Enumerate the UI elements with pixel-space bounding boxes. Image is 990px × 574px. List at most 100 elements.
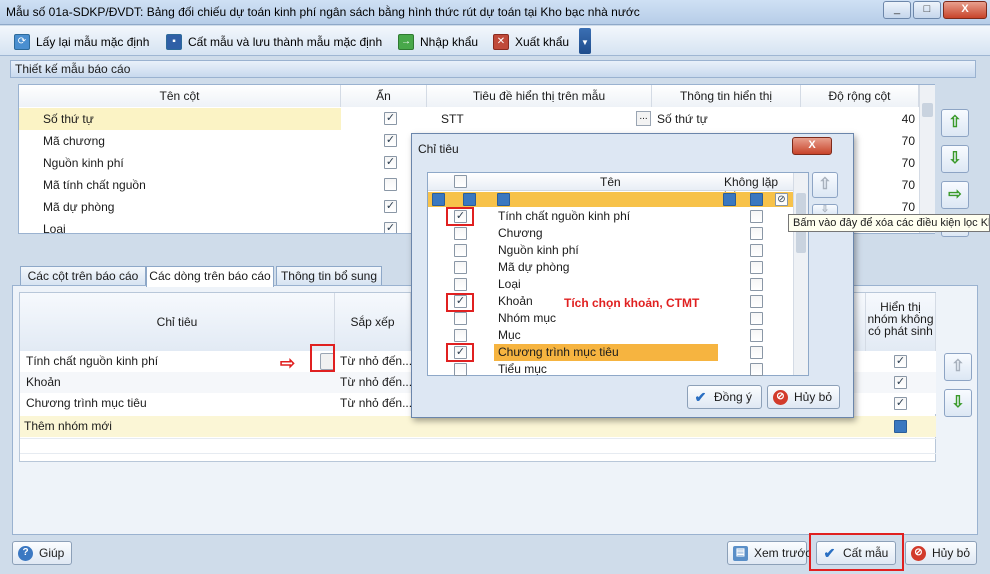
dialog-ok-button[interactable]: ✔ Đồng ý [687,385,762,409]
list-item[interactable]: Loại [428,276,793,293]
list-item[interactable]: Chương [428,225,793,242]
norepeat-checkbox[interactable] [750,227,763,240]
filter-icon[interactable] [750,193,763,206]
help-button[interactable]: ? Giúp [12,541,72,565]
ellipsis-button[interactable]: ... [636,111,651,126]
row-sort[interactable]: Từ nhỏ đến... [340,393,412,414]
item-checkbox[interactable] [454,329,467,342]
item-checkbox[interactable] [454,227,467,240]
item-checkbox[interactable] [454,244,467,257]
filter-icon[interactable] [497,193,510,206]
item-checkbox[interactable] [454,363,467,376]
dialog-cancel-button[interactable]: ⊘ Hủy bỏ [767,385,840,409]
move-right-button[interactable]: ⇨ [941,181,969,209]
table-row[interactable]: Số thứ tự ✓ STT ... Số thứ tự 40 [19,108,919,130]
list-item[interactable]: Nguồn kinh phí [428,242,793,259]
norepeat-checkbox[interactable] [750,312,763,325]
filter-icon[interactable] [723,193,736,206]
select-all-checkbox[interactable] [454,175,467,188]
help-label: Giúp [39,546,65,560]
cancel-button[interactable]: ⊘ Hủy bỏ [905,541,977,565]
dialog-close-button[interactable]: X [792,137,832,155]
arrow-down-icon: ⇩ [951,394,965,411]
upper-scrollbar[interactable] [919,85,935,233]
dialog-cancel-label: Hủy bỏ [794,390,833,404]
show-group-checkbox[interactable]: ✓ [894,397,907,410]
filter-icon[interactable] [432,193,445,206]
show-group-checkbox[interactable]: ✓ [894,355,907,368]
hidden-checkbox[interactable]: ✓ [384,156,397,169]
move-down-button[interactable]: ⇩ [941,145,969,173]
filter-row[interactable]: ⊘ [428,192,793,207]
export-icon: ✕ [493,34,509,50]
item-checkbox[interactable] [454,261,467,274]
list-item[interactable]: ✓ Chương trình mục tiêu [428,344,793,361]
clear-filter-icon[interactable]: ⊘ [775,193,788,206]
arrow-down-icon: ⇩ [948,150,962,167]
norepeat-checkbox[interactable] [750,210,763,223]
design-group-header: Thiết kế mẫu báo cáo [10,60,976,78]
col-header-info: Thông tin hiển thị [652,85,801,107]
list-item[interactable]: Tiểu mục [428,361,793,376]
reload-default-button[interactable]: ⟳ Lấy lại mẫu mặc định [14,32,149,52]
lower-move-up-button[interactable]: ⇧ [944,353,972,381]
import-button[interactable]: → Nhập khẩu [398,32,478,52]
hidden-checkbox[interactable] [384,178,397,191]
import-icon: → [398,34,414,50]
row-sort[interactable]: Từ nhỏ đến... [340,351,412,372]
norepeat-checkbox[interactable] [750,346,763,359]
dialog-title: Chỉ tiêu [418,142,459,156]
col-header-show-group: Hiển thị nhóm không có phát sinh [866,293,936,351]
minimize-button[interactable]: _ [883,1,911,19]
maximize-button[interactable]: □ [913,1,941,19]
hidden-checkbox[interactable]: ✓ [384,112,397,125]
hidden-checkbox[interactable]: ✓ [384,222,397,233]
norepeat-checkbox[interactable] [750,295,763,308]
preview-button[interactable]: ▤ Xem trước [727,541,811,565]
row-sort[interactable]: Từ nhỏ đến... [340,372,412,393]
row-width: 40 [901,112,915,126]
norepeat-checkbox[interactable] [750,244,763,257]
item-checkbox[interactable] [454,278,467,291]
filter-icon[interactable] [463,193,476,206]
show-group-checkbox[interactable]: ✓ [894,376,907,389]
row-name: Nguồn kinh phí [43,156,124,170]
item-label: Tiểu mục [498,362,547,376]
dialog-up-button[interactable]: ⇧ [812,172,838,198]
norepeat-checkbox[interactable] [750,329,763,342]
row-name: Số thứ tự [19,108,341,130]
norepeat-checkbox[interactable] [750,278,763,291]
save-default-button[interactable]: ▪ Cất mẫu và lưu thành mẫu mặc định [166,32,382,52]
move-up-button[interactable]: ⇧ [941,109,969,137]
new-group-row[interactable]: Thêm nhóm mới [20,416,936,437]
list-item[interactable]: Mục [428,327,793,344]
list-item[interactable]: ✓ Tính chất nguồn kinh phí [428,208,793,225]
lower-move-down-button[interactable]: ⇩ [944,389,972,417]
row-width: 70 [901,156,915,170]
item-label: Nhóm mục [498,311,557,325]
toolbar-overflow-icon[interactable]: ▼ [579,28,591,54]
item-checkbox[interactable] [454,312,467,325]
col-header-width: Độ rộng cột [801,85,919,107]
norepeat-checkbox[interactable] [750,363,763,376]
window-title: Mẫu số 01a-SDKP/ĐVDT: Bảng đối chiếu dự … [6,5,640,19]
tab-rows[interactable]: Các dòng trên báo cáo [146,266,274,287]
export-button[interactable]: ✕ Xuất khẩu [493,32,569,52]
row-indicator: Tính chất nguồn kinh phí [26,354,159,368]
save-default-label: Cất mẫu và lưu thành mẫu mặc định [188,35,383,49]
tab-extra[interactable]: Thông tin bổ sung [276,266,382,286]
list-item[interactable]: Mã dự phòng [428,259,793,276]
col-header-name: Tên cột [19,85,341,107]
list-item[interactable]: Nhóm mục [428,310,793,327]
norepeat-checkbox[interactable] [750,261,763,274]
dialog-scrollbar[interactable] [793,173,808,375]
hidden-checkbox[interactable]: ✓ [384,200,397,213]
tab-columns[interactable]: Các cột trên báo cáo [20,266,146,286]
upper-scroll-thumb[interactable] [922,103,933,117]
hidden-checkbox[interactable]: ✓ [384,134,397,147]
floppy-icon: ▪ [166,34,182,50]
close-button[interactable]: X [943,1,987,19]
arrow-up-icon: ⇧ [948,114,962,131]
show-group-checkbox[interactable] [894,420,907,433]
annotation-box [310,344,335,372]
